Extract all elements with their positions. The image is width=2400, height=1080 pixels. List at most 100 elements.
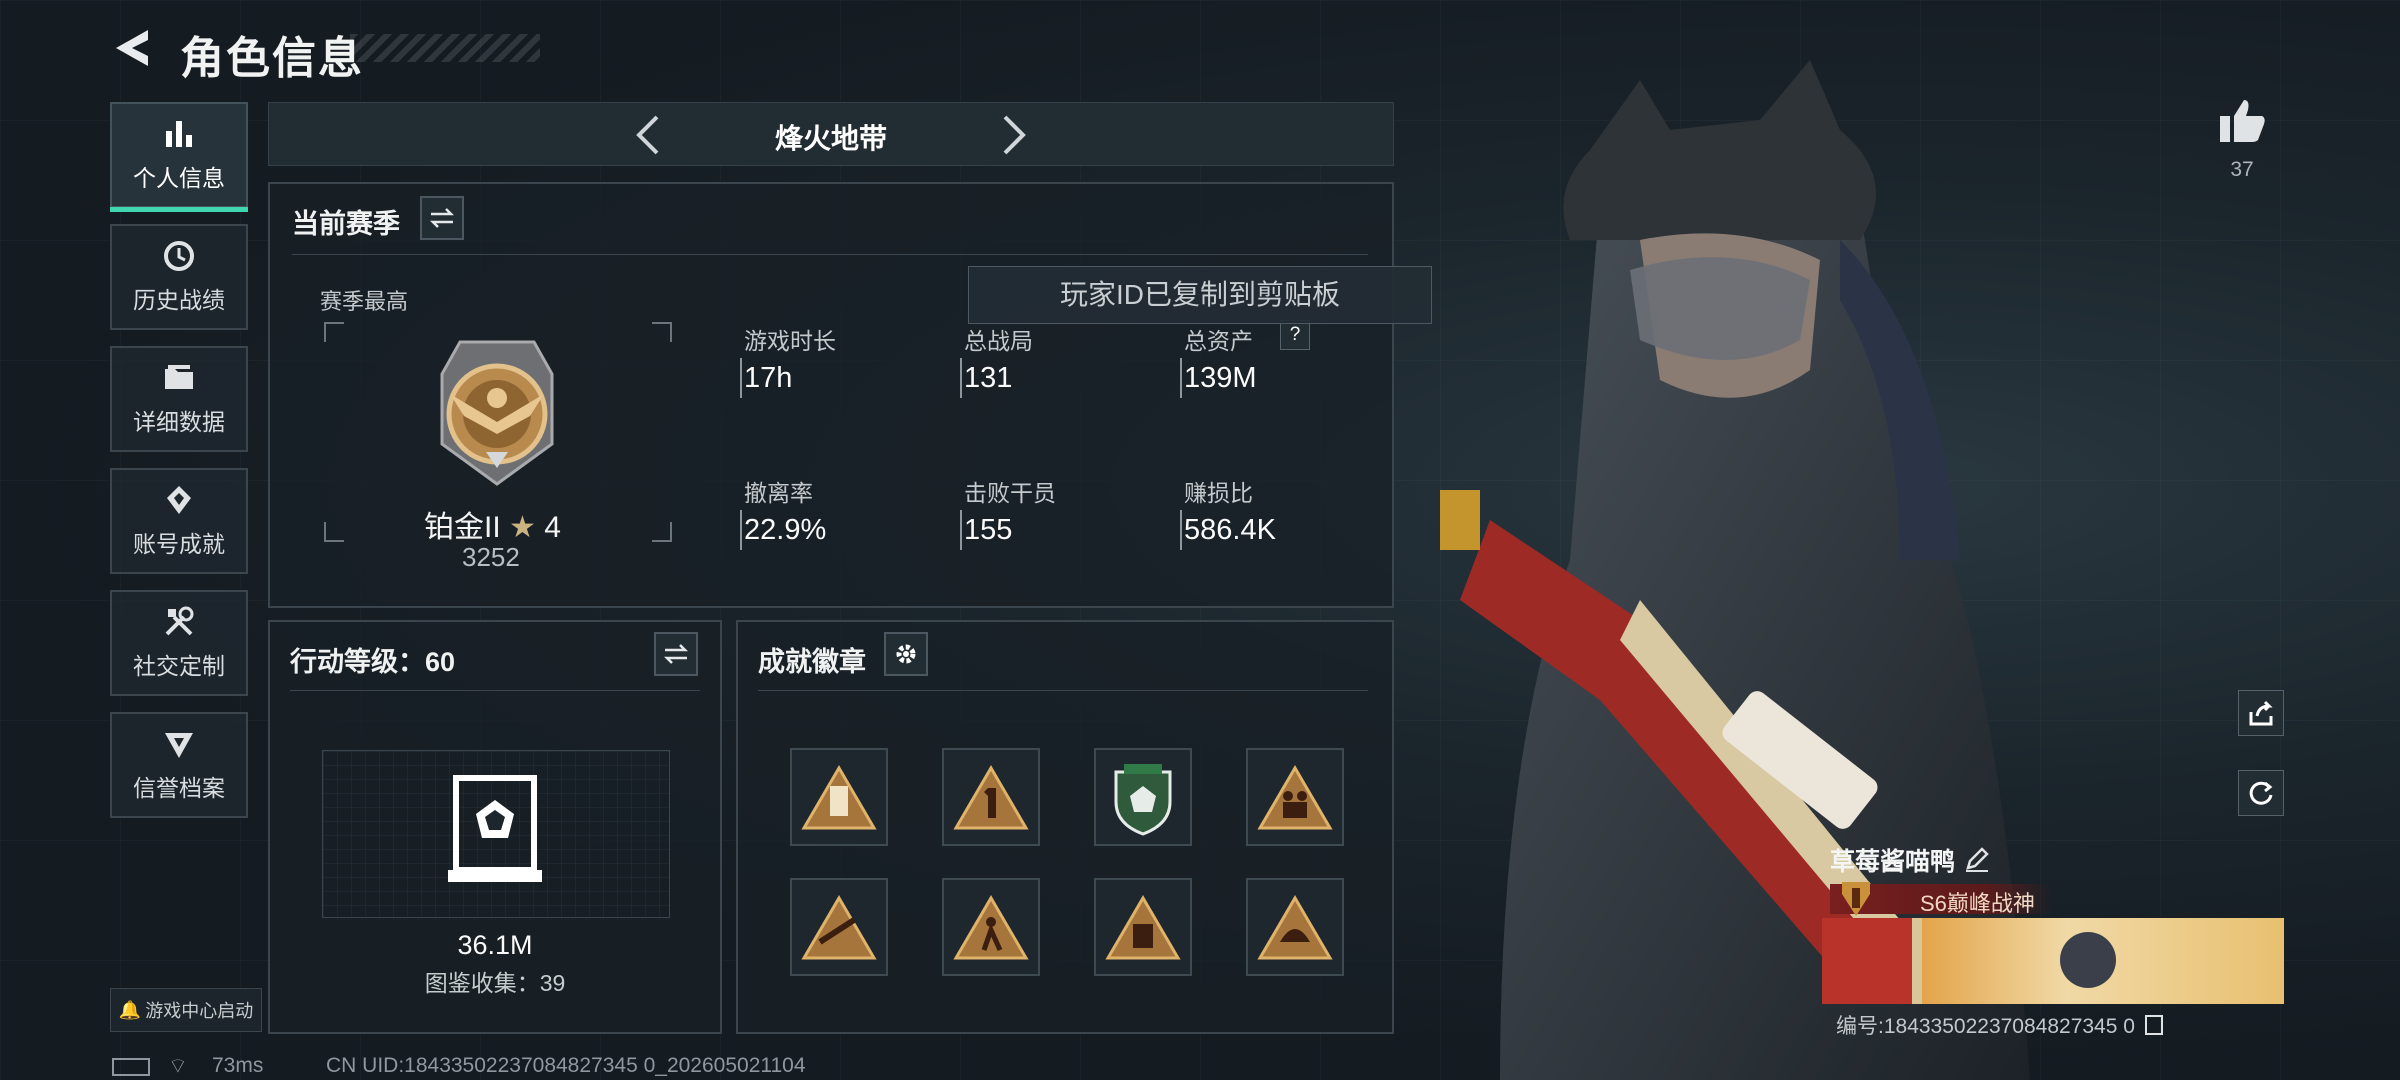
swap-icon xyxy=(429,208,455,228)
stat-value: 22.9% xyxy=(744,514,827,546)
season-best-label: 赛季最高 xyxy=(320,289,409,314)
sidebar-item-label: 历史战绩 xyxy=(133,287,225,313)
stat-value: 17h xyxy=(744,362,793,394)
battery-icon xyxy=(112,1058,150,1076)
achievement-settings-button[interactable] xyxy=(884,632,928,676)
title-decoration xyxy=(350,34,540,62)
sidebar-item-achievements[interactable]: 账号成就 xyxy=(110,468,248,574)
shield-badge-icon xyxy=(1114,764,1172,836)
achievements-panel: 成就徽章 xyxy=(736,620,1394,1034)
mode-switcher: 烽火地带 xyxy=(268,102,1394,166)
back-arrow-icon[interactable] xyxy=(110,26,154,70)
stat-value: 586.4K xyxy=(1184,514,1276,546)
stat-divider xyxy=(740,358,742,398)
player-uid[interactable]: 编号:18433502237084827345 0 xyxy=(1836,1010,2163,1040)
stat-divider xyxy=(1180,358,1182,398)
divider xyxy=(758,690,1368,691)
refresh-button[interactable] xyxy=(2238,770,2284,816)
gear-icon xyxy=(896,644,916,664)
next-mode-arrow-icon[interactable] xyxy=(997,113,1033,157)
stat-label: 总战局 xyxy=(964,328,1033,354)
like-count: 37 xyxy=(2230,158,2254,181)
stat-label: 撤离率 xyxy=(744,480,813,506)
switch-season-button[interactable] xyxy=(420,196,464,240)
number-one-badge-icon xyxy=(953,765,1029,830)
runner-badge-icon xyxy=(953,895,1029,960)
divider xyxy=(292,254,1368,255)
game-center-button[interactable]: 🔔 游戏中心启动 xyxy=(110,988,262,1032)
rank-name: 铂金II ★ 4 xyxy=(424,502,561,546)
cn-uid: CN UID:18433502237084827345 0_2026050211… xyxy=(326,1054,806,1077)
achievement-badge[interactable] xyxy=(1246,878,1344,976)
stat-divider xyxy=(1180,510,1182,550)
collection-value: 36.1M xyxy=(457,930,533,960)
rank-tag-icon xyxy=(1842,882,1870,916)
credit-icon xyxy=(165,733,193,758)
avatar xyxy=(1822,918,1912,1004)
sidebar-item-history[interactable]: 历史战绩 xyxy=(110,224,248,330)
player-uid-text: 编号:18433502237084827345 0 xyxy=(1836,1015,2135,1038)
wifi-icon: ⌔ xyxy=(168,1055,188,1078)
bar-chart-icon xyxy=(166,121,192,147)
stat-label: 赚损比 xyxy=(1184,480,1253,506)
refresh-icon xyxy=(2249,781,2273,805)
rank-stars: 4 xyxy=(544,511,561,544)
sidebar-item-credit-file[interactable]: 信誉档案 xyxy=(110,712,248,818)
banner-character xyxy=(2060,932,2116,988)
collection-count: 图鉴收集：39 xyxy=(424,970,566,996)
player-name: 草莓酱喵鸭 xyxy=(1830,848,1956,876)
sidebar-item-label: 社交定制 xyxy=(133,653,225,679)
achievement-badge[interactable] xyxy=(790,878,888,976)
season-title: 当前赛季 xyxy=(292,209,400,239)
edit-icon[interactable] xyxy=(1964,846,1990,872)
weapon-badge-icon xyxy=(801,895,877,960)
stat-divider xyxy=(960,358,962,398)
season-panel: 当前赛季 赛季最高 铂金II ★ 4 3252 游戏时长 17h 总战局 131… xyxy=(268,182,1394,608)
help-icon[interactable]: ? xyxy=(1280,320,1310,350)
rank-name-text: 铂金II xyxy=(424,511,501,544)
sidebar-item-social-custom[interactable]: 社交定制 xyxy=(110,590,248,696)
sidebar-item-personal-info[interactable]: 个人信息 xyxy=(110,102,248,212)
sidebar-item-detailed-data[interactable]: 详细数据 xyxy=(110,346,248,452)
sidebar-item-label: 账号成就 xyxy=(133,531,225,557)
like-icon[interactable] xyxy=(2218,98,2266,144)
bell-icon: 🔔 xyxy=(118,999,142,1020)
star-icon: ★ xyxy=(509,511,536,544)
stat-label: 总资产 xyxy=(1184,328,1253,354)
achievement-badge[interactable] xyxy=(942,878,1040,976)
stat-label: 游戏时长 xyxy=(744,328,836,354)
achievement-badge[interactable] xyxy=(1246,748,1344,846)
achievement-badge[interactable] xyxy=(1094,748,1192,846)
achievement-badge[interactable] xyxy=(790,748,888,846)
sidebar-item-label: 信誉档案 xyxy=(133,775,225,801)
stat-divider xyxy=(740,510,742,550)
achievement-badge[interactable] xyxy=(1094,878,1192,976)
backpack-badge-icon xyxy=(1105,895,1181,960)
profile-banner[interactable] xyxy=(1822,918,2284,1004)
hourglass-badge-icon xyxy=(801,765,877,830)
stat-divider xyxy=(960,510,962,550)
soldiers-badge-icon xyxy=(1257,765,1333,830)
share-icon xyxy=(2249,700,2273,726)
history-icon xyxy=(164,241,194,271)
page-title: 角色信息 xyxy=(180,34,364,83)
swap-icon xyxy=(663,644,689,664)
achievement-icon xyxy=(167,486,191,514)
stat-value: 131 xyxy=(964,362,1013,394)
achievement-badge[interactable] xyxy=(942,748,1040,846)
achievements-title: 成就徽章 xyxy=(758,647,866,677)
sidebar-item-label: 个人信息 xyxy=(133,165,225,191)
divider xyxy=(290,690,700,691)
copy-icon[interactable] xyxy=(2144,1015,2163,1035)
ping-value: 73ms xyxy=(212,1054,264,1077)
share-button[interactable] xyxy=(2238,690,2284,736)
game-center-label: 游戏中心启动 xyxy=(145,1001,254,1021)
rank-tag-text: S6巅峰战神 xyxy=(1920,891,2035,916)
action-level-panel: 行动等级：60 36.1M 图鉴收集：39 xyxy=(268,620,722,1034)
stat-value: 155 xyxy=(964,514,1013,546)
switch-level-button[interactable] xyxy=(654,632,698,676)
action-level-title: 行动等级：60 xyxy=(290,647,456,677)
rank-emblem-icon xyxy=(440,340,554,486)
sidebar-item-label: 详细数据 xyxy=(133,409,225,435)
collection-case-icon xyxy=(448,775,542,882)
